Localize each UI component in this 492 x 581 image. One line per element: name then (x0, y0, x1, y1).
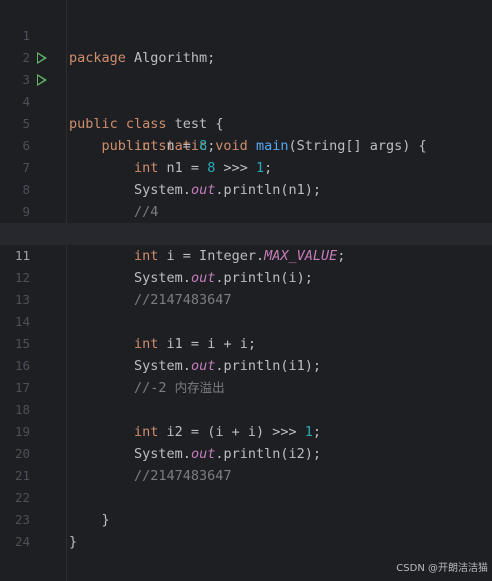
code-line[interactable]: 7 System.out.println(n1); (0, 135, 492, 198)
code-line[interactable]: 12 //2147483647 (0, 245, 492, 308)
code-text: } (69, 534, 78, 550)
code-line[interactable]: 20 //2147483647 (0, 421, 492, 484)
code-line[interactable]: 9 (0, 179, 492, 219)
run-main-icon[interactable] (37, 74, 47, 86)
code-line[interactable]: 24 (0, 509, 492, 549)
code-line[interactable]: 3 public class test { (0, 47, 492, 132)
run-class-icon[interactable] (37, 52, 47, 64)
code-line[interactable]: 17 (0, 355, 492, 395)
code-line[interactable]: 18 int i2 = (i + i) >>> 1; (0, 377, 492, 440)
code-line[interactable]: 23 } (0, 487, 492, 550)
current-code-line[interactable]: 11 System.out.println(i); (0, 223, 492, 286)
code-line[interactable]: 14 int i1 = i + i; (0, 289, 492, 352)
code-line[interactable]: 2 (0, 25, 492, 65)
code-line[interactable]: 1 package Algorithm; (0, 3, 492, 66)
code-editor[interactable]: 1 package Algorithm; 2 3 public class te… (0, 0, 492, 581)
watermark: CSDN @开朗洁洁猫 (396, 563, 488, 574)
code-line[interactable]: 22 } (0, 465, 492, 528)
code-line[interactable]: 6 int n1 = 8 >>> 1; (0, 113, 492, 176)
code-line[interactable]: 10 int i = Integer.MAX_VALUE; (0, 201, 492, 264)
code-line[interactable]: 15 System.out.println(i1); (0, 311, 492, 374)
code-line[interactable]: 16 //-2 内存溢出 (0, 333, 492, 396)
code-line[interactable]: 13 (0, 267, 492, 307)
line-number: 24 (14, 534, 30, 549)
code-lines: 1 package Algorithm; 2 3 public class te… (0, 3, 492, 550)
code-line[interactable]: 19 System.out.println(i2); (0, 399, 492, 462)
code-line[interactable]: 4 public static void main(String[] args)… (0, 69, 492, 154)
code-line[interactable]: 8 //4 (0, 157, 492, 220)
code-line[interactable]: 5 int n = 8; (0, 91, 492, 154)
code-line[interactable]: 21 (0, 443, 492, 483)
